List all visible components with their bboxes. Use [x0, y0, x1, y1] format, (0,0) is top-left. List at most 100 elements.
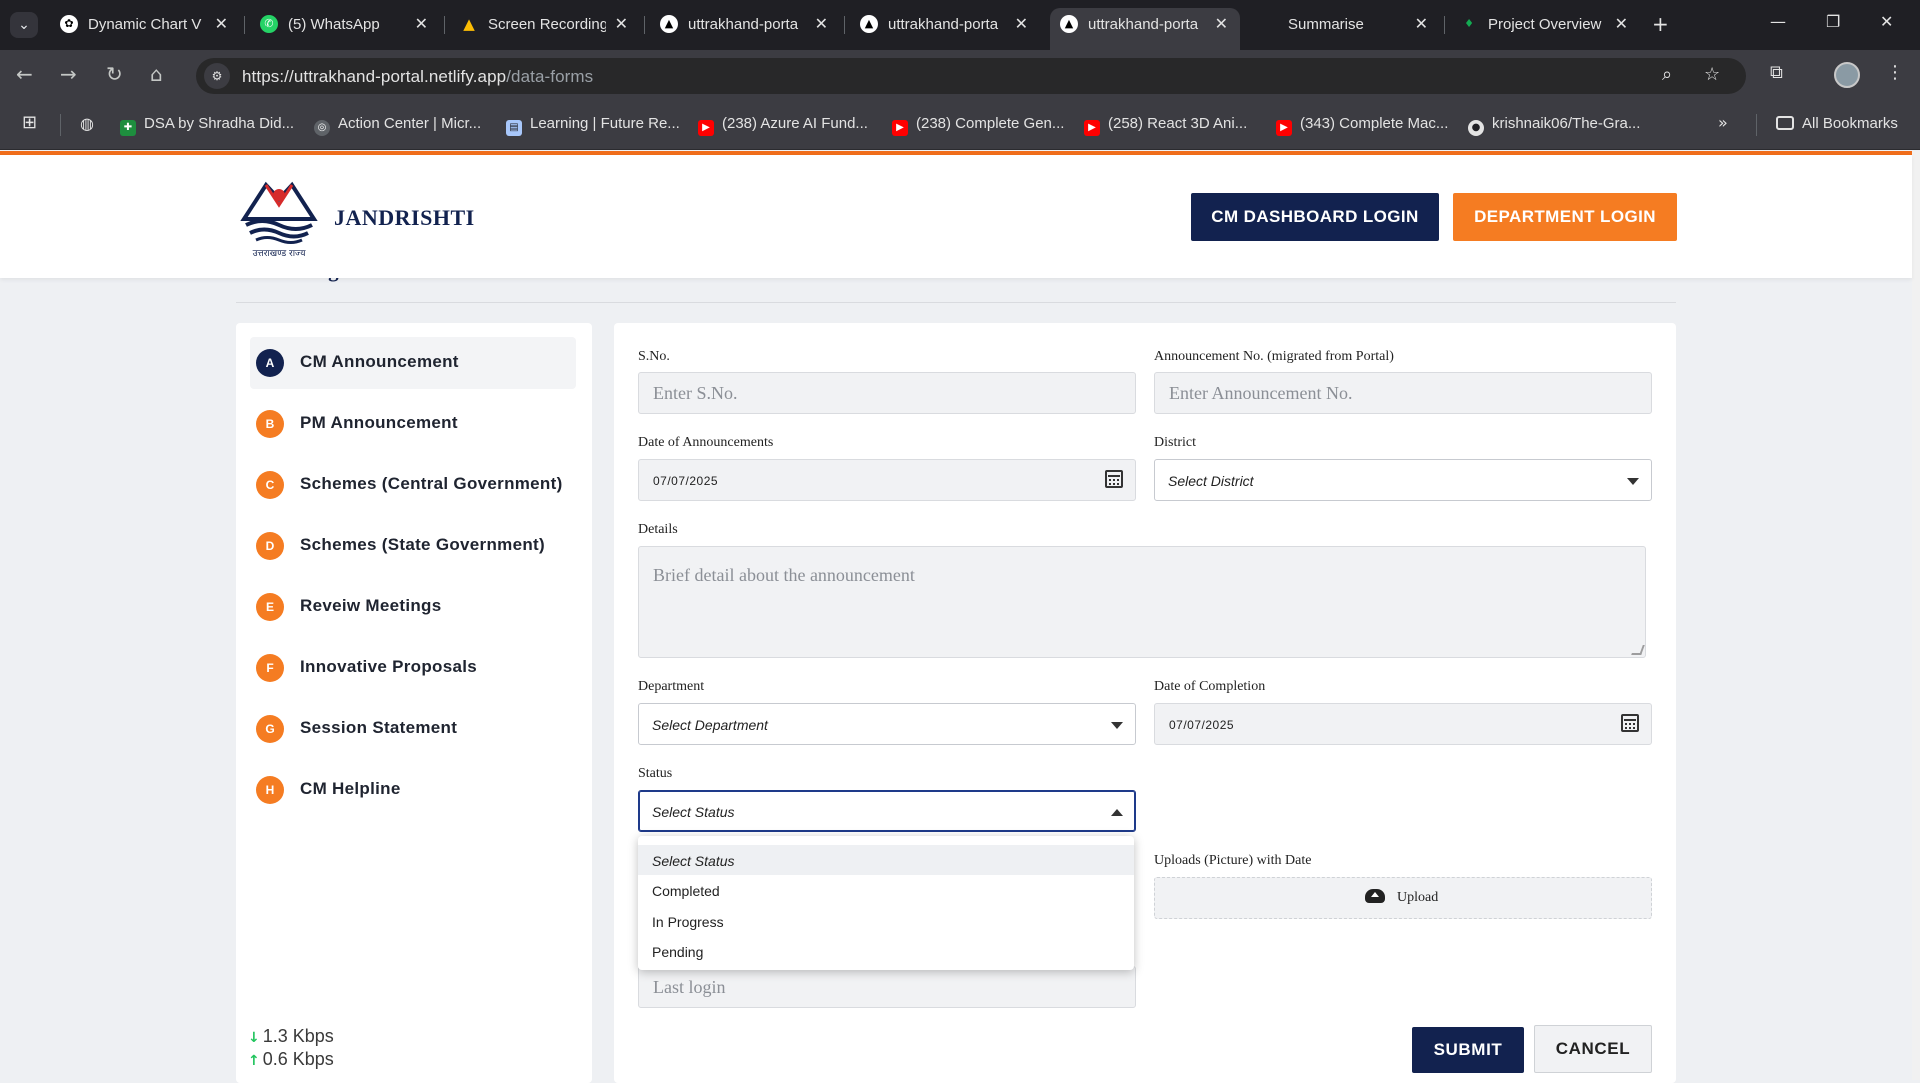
- bookmark-item[interactable]: ◎ Action Center | Micr...: [314, 115, 481, 136]
- restore-icon[interactable]: ❐: [1826, 12, 1840, 31]
- status-select[interactable]: Select Status: [638, 790, 1136, 832]
- bookmarks-overflow-icon[interactable]: »: [1718, 113, 1728, 132]
- apps-grid-icon[interactable]: ⊞: [22, 112, 37, 133]
- window-close-icon[interactable]: ✕: [1880, 12, 1893, 31]
- bookmark-item[interactable]: ▶ (343) Complete Mac...: [1276, 115, 1448, 136]
- cm-dashboard-login-button[interactable]: CM DASHBOARD LOGIN: [1191, 193, 1439, 241]
- reload-icon[interactable]: ↻: [106, 62, 123, 86]
- tab-summarise[interactable]: Summarise ✕: [1250, 8, 1440, 42]
- department-login-button[interactable]: DEPARTMENT LOGIN: [1453, 193, 1677, 241]
- bookmark-divider: [60, 114, 61, 136]
- extensions-icon[interactable]: ⧉: [1770, 62, 1783, 83]
- sidebar-item-schemes-central[interactable]: C Schemes (Central Government): [250, 459, 576, 511]
- sidebar-item-cm-announcement[interactable]: A CM Announcement: [250, 337, 576, 389]
- minimize-icon[interactable]: —: [1770, 12, 1786, 31]
- completion-date-input[interactable]: 07/07/2025: [1154, 703, 1652, 745]
- close-icon[interactable]: ✕: [815, 14, 828, 33]
- sno-input[interactable]: Enter S.No.: [638, 372, 1136, 414]
- site-header: उत्तराखण्ड राज्य JANDRISHTI CM DASHBOARD…: [0, 155, 1912, 278]
- tab-uttrakhand-2[interactable]: ▲ uttrakhand-porta ✕: [850, 8, 1040, 42]
- close-icon[interactable]: ✕: [415, 14, 428, 33]
- tab-search-icon[interactable]: ⌄: [10, 12, 38, 38]
- address-bar[interactable]: ⚙ https://uttrakhand-portal.netlify.app/…: [196, 58, 1746, 94]
- status-option-completed[interactable]: Completed: [638, 875, 1134, 905]
- sheets-icon: ✚: [120, 120, 136, 136]
- sidebar-item-session-statement[interactable]: G Session Statement: [250, 703, 576, 755]
- last-login-input[interactable]: Last login: [638, 966, 1136, 1008]
- department-select[interactable]: Select Department: [638, 703, 1136, 745]
- close-icon[interactable]: ✕: [1015, 14, 1028, 33]
- sidebar-item-label: CM Announcement: [300, 352, 459, 371]
- netlify-icon: ▲: [660, 15, 678, 33]
- back-icon[interactable]: ←: [16, 62, 33, 86]
- sidebar-badge: B: [256, 410, 284, 438]
- announcement-date-input[interactable]: 07/07/2025: [638, 459, 1136, 501]
- district-label: District: [1154, 435, 1196, 450]
- tab-uttrakhand-active[interactable]: ▲ uttrakhand-porta ✕: [1050, 8, 1240, 50]
- page-scrollbar[interactable]: [1912, 151, 1920, 1080]
- sidebar-item-pm-announcement[interactable]: B PM Announcement: [250, 398, 576, 450]
- tab-divider: [844, 16, 845, 34]
- netlify-icon: ▲: [1060, 15, 1078, 33]
- details-textarea[interactable]: Brief detail about the announcement: [638, 546, 1646, 658]
- bookmark-item[interactable]: ✚ DSA by Shradha Did...: [120, 115, 294, 136]
- sidebar-item-label: Schemes (State Government): [300, 535, 545, 554]
- status-option-pending[interactable]: Pending: [638, 936, 1134, 966]
- calendar-icon[interactable]: [1105, 470, 1123, 488]
- tab-project-overview[interactable]: ♦ Project Overview ✕: [1450, 8, 1640, 42]
- department-label: Department: [638, 679, 705, 694]
- avatar[interactable]: [1834, 62, 1860, 88]
- close-icon[interactable]: ✕: [1215, 14, 1228, 33]
- tab-screen-recording[interactable]: ▲ Screen Recording ✕: [450, 8, 640, 42]
- tab-uttrakhand-1[interactable]: ▲ uttrakhand-porta ✕: [650, 8, 840, 42]
- globe-icon[interactable]: ◍: [80, 114, 94, 133]
- calendar-icon[interactable]: [1621, 714, 1639, 732]
- upload-button[interactable]: Upload: [1154, 877, 1652, 919]
- browser-tab-bar: ⌄ ✿ Dynamic Chart V ✕ ✆ (5) WhatsApp ✕ ▲…: [0, 0, 1920, 50]
- close-icon[interactable]: ✕: [215, 14, 228, 33]
- home-icon[interactable]: ⌂: [150, 62, 163, 86]
- chevron-down-icon: [1627, 478, 1639, 485]
- github-icon: ●: [1468, 120, 1484, 136]
- status-option-in-progress[interactable]: In Progress: [638, 906, 1134, 936]
- netlify-icon: ▲: [860, 15, 878, 33]
- resize-handle-icon[interactable]: [1631, 645, 1645, 655]
- close-icon[interactable]: ✕: [1615, 14, 1628, 33]
- status-dropdown: Select Status Completed In Progress Pend…: [638, 836, 1134, 970]
- sidebar-item-review-meetings[interactable]: E Reveiw Meetings: [250, 581, 576, 633]
- sidebar-item-innovative-proposals[interactable]: F Innovative Proposals: [250, 642, 576, 694]
- url-text[interactable]: https://uttrakhand-portal.netlify.app/da…: [242, 67, 593, 87]
- bookmark-star-icon[interactable]: ☆: [1704, 64, 1720, 85]
- forward-icon[interactable]: →: [60, 62, 77, 86]
- sno-label: S.No.: [638, 349, 670, 364]
- all-bookmarks[interactable]: All Bookmarks: [1776, 115, 1898, 132]
- bookmark-item[interactable]: ▤ Learning | Future Re...: [506, 115, 680, 136]
- zoom-icon[interactable]: ⌕: [1662, 64, 1672, 85]
- tab-dynamic-chart[interactable]: ✿ Dynamic Chart V ✕: [50, 8, 240, 42]
- bookmark-item[interactable]: ▶ (238) Complete Gen...: [892, 115, 1064, 136]
- sidebar-item-label: CM Helpline: [300, 779, 401, 798]
- site-info-icon[interactable]: ⚙: [204, 63, 230, 89]
- announcement-no-input[interactable]: Enter Announcement No.: [1154, 372, 1652, 414]
- tab-whatsapp[interactable]: ✆ (5) WhatsApp ✕: [250, 8, 440, 42]
- upload-content: Upload: [1365, 889, 1438, 906]
- uttarakhand-logo: उत्तराखण्ड राज्य: [240, 181, 318, 259]
- district-select[interactable]: Select District: [1154, 459, 1652, 501]
- close-icon[interactable]: ✕: [1415, 14, 1428, 33]
- details-label: Details: [638, 522, 678, 537]
- status-option-select[interactable]: Select Status: [638, 845, 1134, 875]
- bookmark-item[interactable]: ● krishnaik06/The-Gra...: [1468, 115, 1640, 136]
- cancel-button[interactable]: CANCEL: [1534, 1025, 1652, 1073]
- bookmark-item[interactable]: ▶ (258) React 3D Ani...: [1084, 115, 1247, 136]
- bookmark-label: (258) React 3D Ani...: [1108, 115, 1248, 132]
- menu-icon[interactable]: ⋮: [1886, 62, 1904, 83]
- announcement-form: S.No. Enter S.No. Announcement No. (migr…: [614, 323, 1676, 1083]
- sidebar-item-schemes-state[interactable]: D Schemes (State Government): [250, 520, 576, 572]
- youtube-icon: ▶: [1276, 120, 1292, 136]
- close-icon[interactable]: ✕: [615, 14, 628, 33]
- new-tab-icon[interactable]: +: [1652, 12, 1669, 36]
- submit-button[interactable]: SUBMIT: [1412, 1027, 1524, 1073]
- bookmark-label: Learning | Future Re...: [530, 115, 680, 132]
- sidebar-item-cm-helpline[interactable]: H CM Helpline: [250, 764, 576, 816]
- bookmark-item[interactable]: ▶ (238) Azure AI Fund...: [698, 115, 868, 136]
